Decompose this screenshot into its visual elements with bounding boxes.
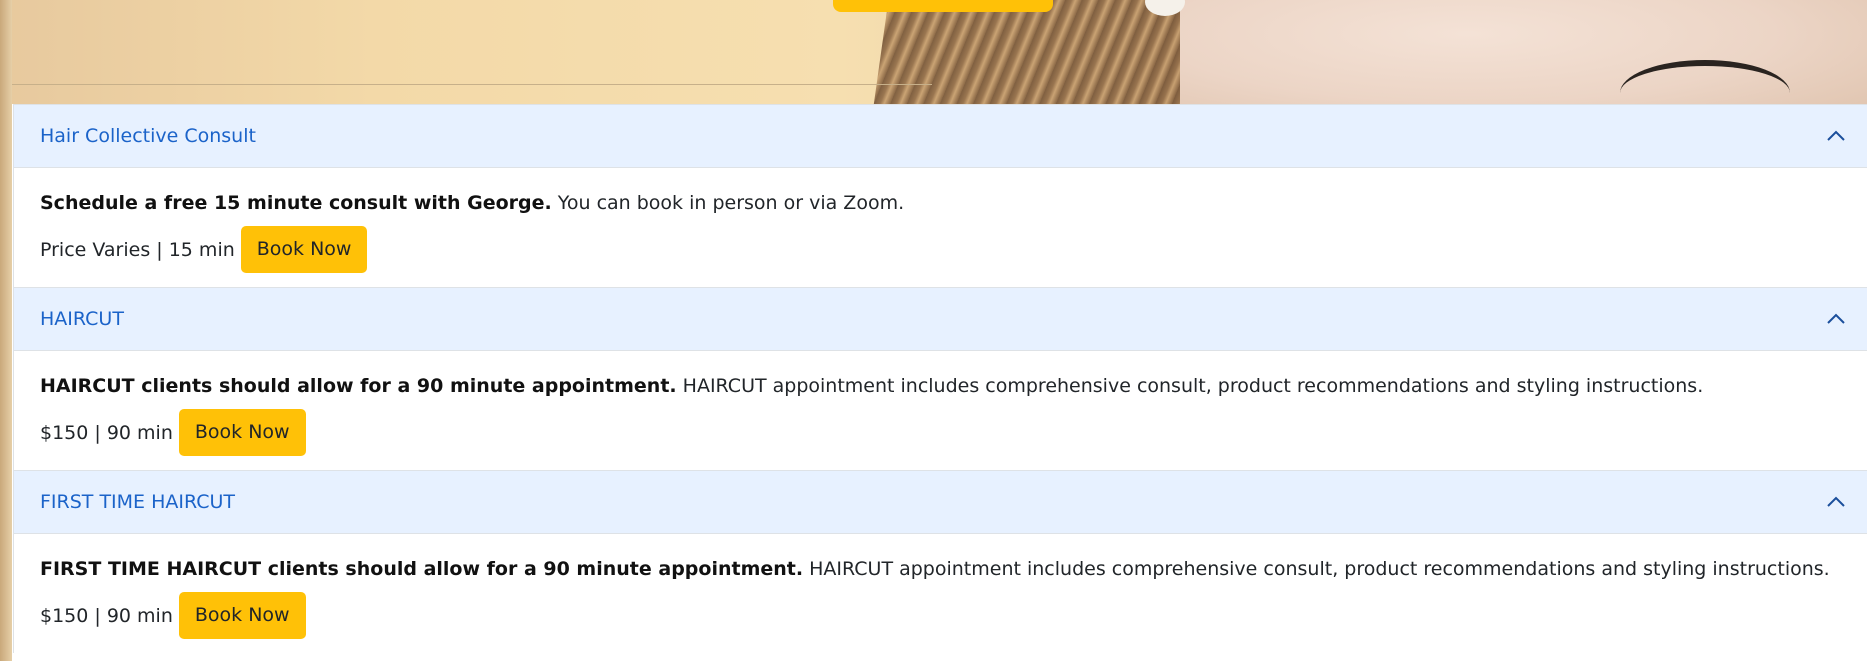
services-accordion: Hair Collective Consult Schedule a free …	[13, 104, 1867, 653]
page: Hair Collective Consult Schedule a free …	[0, 0, 1867, 661]
book-now-button[interactable]: Book Now	[240, 226, 368, 273]
service-meta: $150 | 90 min Book Now	[40, 409, 1842, 456]
chevron-up-icon[interactable]	[1826, 309, 1846, 329]
hero-image	[0, 0, 1867, 104]
accordion-title: FIRST TIME HAIRCUT	[40, 491, 236, 513]
accordion-item-haircut: HAIRCUT HAIRCUT clients should allow for…	[14, 287, 1867, 470]
accordion-item-first-time-haircut: FIRST TIME HAIRCUT FIRST TIME HAIRCUT cl…	[14, 470, 1867, 653]
service-description-rest: You can book in person or via Zoom.	[551, 192, 905, 214]
accordion-body-consult: Schedule a free 15 minute consult with G…	[14, 168, 1867, 287]
service-description: HAIRCUT clients should allow for a 90 mi…	[40, 373, 1842, 399]
accordion-item-consult: Hair Collective Consult Schedule a free …	[14, 104, 1867, 287]
hero-divider	[12, 84, 932, 85]
service-description-rest: HAIRCUT appointment includes comprehensi…	[803, 558, 1830, 580]
service-description-bold: Schedule a free 15 minute consult with G…	[40, 192, 552, 214]
service-description: FIRST TIME HAIRCUT clients should allow …	[40, 556, 1842, 582]
accordion-header-consult[interactable]: Hair Collective Consult	[14, 104, 1867, 168]
service-description-bold: HAIRCUT clients should allow for a 90 mi…	[40, 375, 677, 397]
service-meta: Price Varies | 15 min Book Now	[40, 226, 1842, 273]
accordion-body-first-time-haircut: FIRST TIME HAIRCUT clients should allow …	[14, 534, 1867, 653]
service-description: Schedule a free 15 minute consult with G…	[40, 190, 1842, 216]
accordion-body-haircut: HAIRCUT clients should allow for a 90 mi…	[14, 351, 1867, 470]
hero-cta-button[interactable]	[833, 0, 1053, 12]
service-price-duration: Price Varies | 15 min	[40, 238, 235, 261]
service-price-duration: $150 | 90 min	[40, 604, 173, 627]
service-description-bold: FIRST TIME HAIRCUT clients should allow …	[40, 558, 804, 580]
left-edge-decoration	[0, 0, 12, 661]
accordion-header-haircut[interactable]: HAIRCUT	[14, 287, 1867, 351]
service-description-rest: HAIRCUT appointment includes comprehensi…	[676, 375, 1704, 397]
service-meta: $150 | 90 min Book Now	[40, 592, 1842, 639]
accordion-header-first-time-haircut[interactable]: FIRST TIME HAIRCUT	[14, 470, 1867, 534]
book-now-button[interactable]: Book Now	[178, 409, 306, 456]
accordion-title: HAIRCUT	[40, 308, 124, 330]
accordion-title: Hair Collective Consult	[40, 125, 256, 147]
service-price-duration: $150 | 90 min	[40, 421, 173, 444]
chevron-up-icon[interactable]	[1826, 492, 1846, 512]
book-now-button[interactable]: Book Now	[178, 592, 306, 639]
chevron-up-icon[interactable]	[1826, 126, 1846, 146]
